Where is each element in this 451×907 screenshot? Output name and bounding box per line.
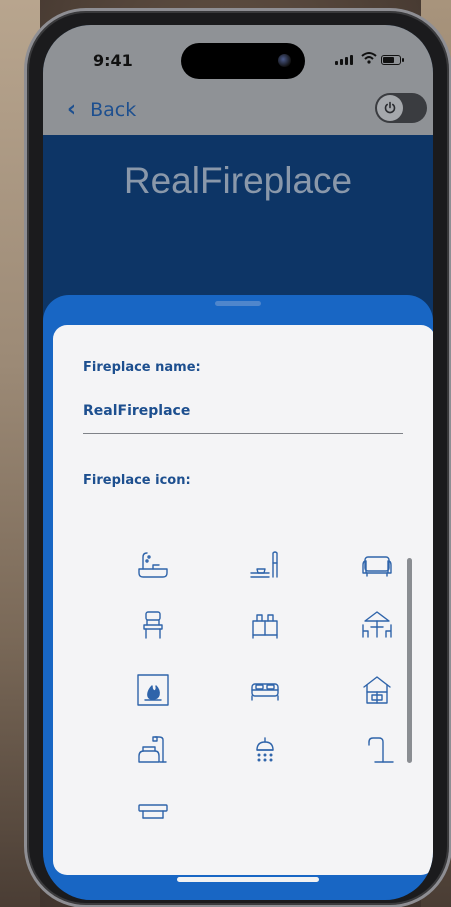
armchair-lamp-icon[interactable]	[133, 730, 173, 770]
signal-icon	[335, 55, 353, 65]
chair-icon[interactable]	[133, 605, 173, 645]
fireplace-name-input[interactable]: RealFireplace	[83, 403, 190, 419]
back-label: Back	[90, 98, 137, 121]
scrollbar[interactable]	[407, 558, 412, 763]
input-underline	[83, 433, 403, 434]
shower-icon[interactable]	[245, 730, 285, 770]
battery-icon	[381, 55, 404, 65]
settings-card: Fireplace name: RealFireplace Fireplace …	[53, 325, 433, 875]
phone-frame: 9:41 ‹ Back RealFireplace Fireplace name…	[24, 8, 451, 907]
status-time: 9:41	[93, 51, 133, 70]
chevron-left-icon: ‹	[67, 97, 77, 122]
bottom-sheet: Fireplace name: RealFireplace Fireplace …	[43, 295, 433, 900]
house-icon[interactable]	[357, 670, 397, 710]
bathtub-icon[interactable]	[133, 545, 173, 585]
fireplace-icon[interactable]	[133, 670, 173, 710]
sofa-icon[interactable]	[357, 545, 397, 585]
page-title: RealFireplace	[123, 160, 353, 201]
kitchen-counter-icon[interactable]	[245, 545, 285, 585]
dynamic-island	[181, 43, 305, 79]
status-bar: 9:41	[43, 43, 433, 79]
sheet-grabber[interactable]	[215, 301, 261, 306]
patio-table-icon[interactable]	[357, 605, 397, 645]
power-icon	[377, 95, 403, 121]
top-bar: 9:41 ‹ Back	[43, 25, 433, 135]
camera-icon	[278, 54, 291, 67]
bed-icon[interactable]	[245, 670, 285, 710]
wifi-icon	[361, 51, 377, 69]
app-screen: 9:41 ‹ Back RealFireplace Fireplace name…	[43, 25, 433, 900]
faucet-icon[interactable]	[357, 730, 397, 770]
table-icon[interactable]	[133, 790, 173, 830]
fireplace-name-label: Fireplace name:	[83, 360, 201, 375]
dresser-icon[interactable]	[245, 605, 285, 645]
home-indicator	[177, 877, 319, 882]
back-button[interactable]: ‹ Back	[67, 97, 136, 122]
fireplace-icon-label: Fireplace icon:	[83, 473, 191, 488]
power-toggle[interactable]	[375, 93, 427, 123]
